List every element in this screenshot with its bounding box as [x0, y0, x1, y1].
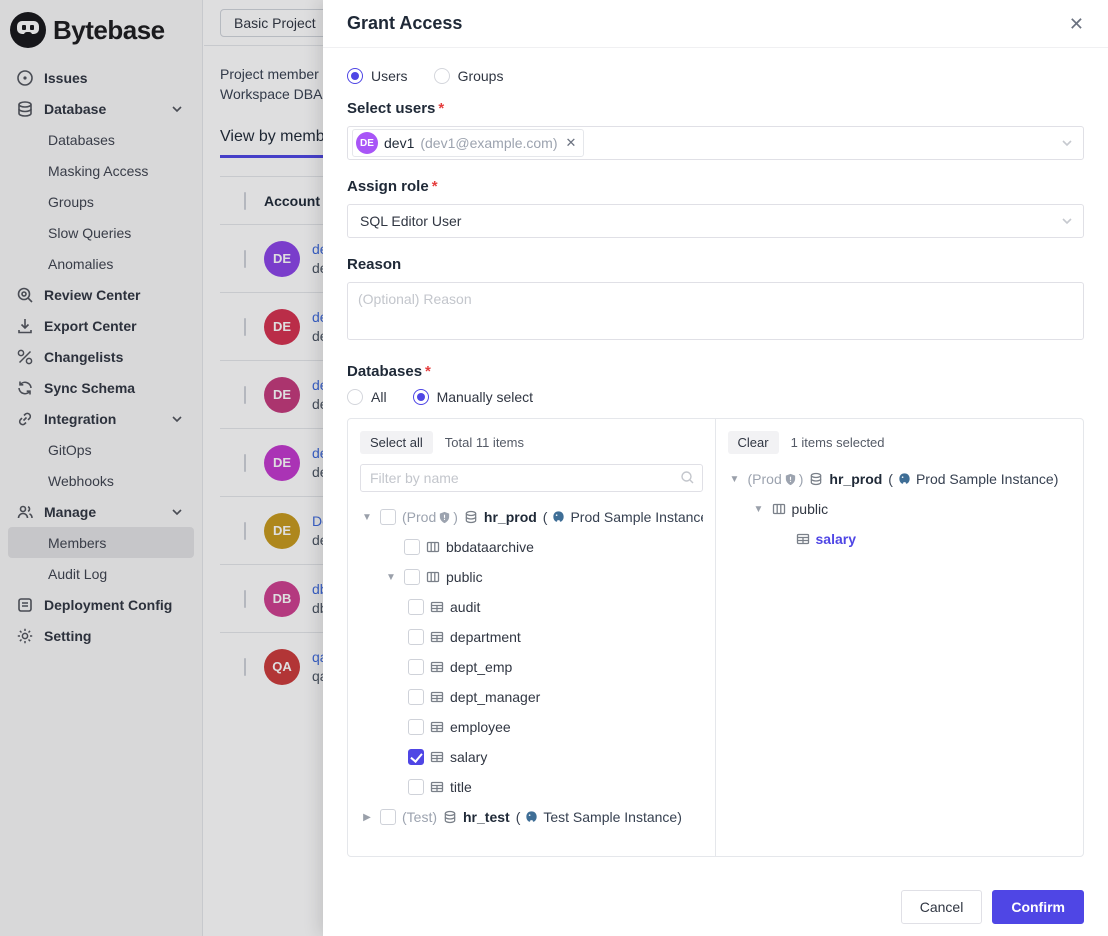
- reason-label: Reason: [347, 256, 1084, 273]
- tree-node-audit[interactable]: audit: [360, 592, 703, 622]
- select-users-label: Select users*: [347, 100, 1084, 117]
- node-checkbox[interactable]: [404, 539, 420, 555]
- radio-all-databases[interactable]: All: [347, 389, 387, 405]
- caret-right-icon[interactable]: ▶: [360, 812, 374, 823]
- postgresql-icon: [897, 472, 912, 487]
- clear-button[interactable]: Clear: [728, 431, 779, 454]
- radio-groups-control[interactable]: [434, 68, 450, 84]
- select-users-input[interactable]: DE dev1 (dev1@example.com) ✕: [347, 126, 1084, 160]
- filter-by-name-input[interactable]: [360, 464, 703, 492]
- shield-icon: [784, 473, 797, 486]
- node-checkbox[interactable]: [408, 629, 424, 645]
- chevron-down-icon: [1061, 215, 1073, 227]
- tree-node-hr-test[interactable]: ▶ (Test) hr_test ( Test Sample Instance): [360, 802, 703, 832]
- cancel-button[interactable]: Cancel: [901, 890, 983, 924]
- tree-node-hr-prod[interactable]: ▼ (Prod ) hr_prod ( Prod Sample Instance…: [360, 502, 703, 532]
- node-checkbox[interactable]: [404, 569, 420, 585]
- tree-node-title[interactable]: title: [360, 772, 703, 802]
- caret-down-icon[interactable]: ▼: [752, 504, 766, 515]
- table-icon: [430, 750, 444, 764]
- required-asterisk: *: [438, 100, 444, 117]
- node-checkbox[interactable]: [408, 689, 424, 705]
- required-asterisk: *: [425, 363, 431, 380]
- tree-node-dept-manager[interactable]: dept_manager: [360, 682, 703, 712]
- schema-icon: [772, 502, 786, 516]
- assign-role-select[interactable]: SQL Editor User: [347, 204, 1084, 238]
- database-icon: [464, 510, 478, 524]
- node-checkbox[interactable]: [380, 509, 396, 525]
- node-checkbox[interactable]: [408, 599, 424, 615]
- postgresql-icon: [551, 510, 566, 525]
- total-items-count: Total 11 items: [445, 435, 524, 450]
- radio-manually-select[interactable]: Manually select: [413, 389, 534, 405]
- schema-icon: [426, 540, 440, 554]
- table-icon: [430, 630, 444, 644]
- database-icon: [809, 472, 823, 486]
- modal-footer: Cancel Confirm: [323, 878, 1108, 936]
- tree-node-employee[interactable]: employee: [360, 712, 703, 742]
- postgresql-icon: [524, 810, 539, 825]
- radio-users[interactable]: Users: [347, 68, 408, 84]
- grant-access-modal: Grant Access ✕ Users Groups Select users…: [323, 0, 1108, 936]
- table-icon: [430, 660, 444, 674]
- table-icon: [430, 720, 444, 734]
- tree-node-public[interactable]: ▼ public: [360, 562, 703, 592]
- radio-all-control[interactable]: [347, 389, 363, 405]
- tree-node-dept-emp[interactable]: dept_emp: [360, 652, 703, 682]
- table-icon: [430, 600, 444, 614]
- tree-node-hr-prod-selected[interactable]: ▼ (Prod ) hr_prod ( Prod Sample Instance…: [728, 464, 1072, 494]
- radio-manual-control[interactable]: [413, 389, 429, 405]
- assign-role-label: Assign role*: [347, 178, 1084, 195]
- node-checkbox[interactable]: [408, 719, 424, 735]
- database-transfer-panel: Select all Total 11 items ▼ (Prod ) hr_p…: [347, 418, 1084, 857]
- schema-icon: [426, 570, 440, 584]
- table-icon: [430, 690, 444, 704]
- caret-down-icon[interactable]: ▼: [384, 572, 398, 583]
- database-selected-panel: Clear 1 items selected ▼ (Prod ) hr_prod…: [716, 419, 1084, 856]
- search-icon: [680, 470, 695, 485]
- confirm-button[interactable]: Confirm: [992, 890, 1084, 924]
- modal-title: Grant Access: [347, 13, 1069, 34]
- tree-node-public-selected[interactable]: ▼ public: [728, 494, 1072, 524]
- selected-items-count: 1 items selected: [791, 435, 885, 450]
- databases-label: Databases*: [347, 363, 1084, 380]
- table-icon: [796, 532, 810, 546]
- database-source-panel: Select all Total 11 items ▼ (Prod ) hr_p…: [348, 419, 716, 856]
- node-checkbox[interactable]: [380, 809, 396, 825]
- tree-node-department[interactable]: department: [360, 622, 703, 652]
- avatar: DE: [356, 132, 378, 154]
- caret-down-icon[interactable]: ▼: [728, 474, 742, 485]
- selected-user-tag: DE dev1 (dev1@example.com) ✕: [352, 129, 584, 157]
- chevron-down-icon: [1061, 137, 1073, 149]
- caret-down-icon[interactable]: ▼: [360, 512, 374, 523]
- tree-node-salary[interactable]: salary: [360, 742, 703, 772]
- required-asterisk: *: [432, 178, 438, 195]
- radio-users-control[interactable]: [347, 68, 363, 84]
- shield-icon: [438, 511, 451, 524]
- close-icon[interactable]: ✕: [1069, 15, 1084, 33]
- radio-groups[interactable]: Groups: [434, 68, 504, 84]
- node-checkbox[interactable]: [408, 659, 424, 675]
- database-icon: [443, 810, 457, 824]
- table-icon: [430, 780, 444, 794]
- tree-node-salary-selected[interactable]: salary: [728, 524, 1072, 554]
- tree-node-bbdataarchive[interactable]: bbdataarchive: [360, 532, 703, 562]
- reason-textarea[interactable]: [347, 282, 1084, 340]
- node-checkbox-checked[interactable]: [408, 749, 424, 765]
- remove-user-icon[interactable]: ✕: [566, 135, 577, 151]
- select-all-button[interactable]: Select all: [360, 431, 433, 454]
- node-checkbox[interactable]: [408, 779, 424, 795]
